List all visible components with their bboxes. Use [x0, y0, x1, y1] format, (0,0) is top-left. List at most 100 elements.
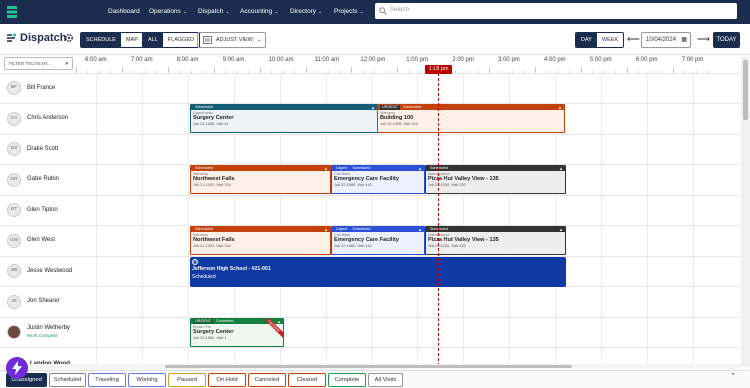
- tech-row[interactable]: GW Glen West: [7, 226, 55, 256]
- tech-row[interactable]: JW Jesse Westwood: [7, 256, 73, 286]
- horizontal-scrollbar[interactable]: [0, 364, 741, 369]
- tech-row[interactable]: GR Gabe Rubin: [7, 165, 59, 195]
- nav-dashboard[interactable]: Dashboard: [108, 0, 140, 24]
- lock-icon: ▲: [277, 319, 281, 324]
- search-input[interactable]: Search: [375, 3, 737, 19]
- scrollbar-thumb[interactable]: [743, 60, 748, 120]
- job-card[interactable]: URGENT Converted ▲ Break / Fix Surgery Cente…: [190, 318, 284, 347]
- all-filter-button[interactable]: ALL: [143, 33, 163, 47]
- grid-line: [141, 73, 143, 366]
- hour-label: 8:00 am: [176, 57, 199, 63]
- search-icon: [379, 7, 387, 15]
- nav-accounting[interactable]: Accounting ⌄: [240, 0, 278, 24]
- dispatch-toolbar: Dispatch SCHEDULE MAP ALL FLAGGED ADJUST…: [0, 24, 750, 55]
- work-complete-status: Work Complete: [27, 333, 58, 338]
- dispatch-icon: [7, 33, 16, 42]
- date-picker[interactable]: 10/04/2024 ▦: [641, 32, 691, 48]
- map-view-button[interactable]: MAP: [120, 33, 143, 47]
- job-tag: Converted: [214, 319, 236, 324]
- vertical-scrollbar[interactable]: [741, 57, 750, 367]
- job-card[interactable]: Scheduled ▲ Maintenance Pizza Hut Valley Vi…: [425, 165, 566, 194]
- job-meta: Job 21-1003, Visit 334: [193, 183, 231, 187]
- tech-name-text: Jesse Westwood: [27, 267, 73, 274]
- hour-label: 1:00 pm: [406, 57, 428, 63]
- status-tab-on-hold[interactable]: On Hold: [208, 373, 246, 387]
- lock-icon: ▲: [418, 166, 422, 171]
- tech-row[interactable]: DS Drake Scott: [7, 134, 58, 164]
- adjust-view-button[interactable]: ADJUST VIEW ⌄: [197, 32, 266, 48]
- job-header: Scheduled ▲: [191, 105, 377, 110]
- next-day-arrow-icon[interactable]: ⟶: [697, 34, 710, 45]
- hour-label: 3:00 pm: [498, 57, 520, 63]
- job-card[interactable]: Scheduled ▲ Maintenance Pizza Hut Valley Vi…: [425, 226, 566, 255]
- job-header: Urgent Scheduled ▲: [332, 227, 424, 232]
- view-toggle: SCHEDULE MAP: [80, 32, 144, 48]
- tech-row[interactable]: BF Bill France: [7, 73, 55, 103]
- flagged-filter-button[interactable]: FLAGGED: [162, 33, 200, 47]
- status-tab-paused[interactable]: Paused: [168, 373, 206, 387]
- prev-day-arrow-icon[interactable]: ⟵: [627, 34, 640, 45]
- status-tab-scheduled[interactable]: Scheduled: [49, 373, 86, 387]
- app-logo-icon[interactable]: [6, 5, 18, 19]
- tech-row[interactable]: GT Glen Tipton: [7, 195, 58, 225]
- tech-name: Drake Scott: [27, 146, 58, 153]
- tech-row[interactable]: CA Chris Anderson: [7, 104, 68, 134]
- lock-icon: ▲: [324, 227, 328, 232]
- nav-directory[interactable]: Directory ⌄: [290, 0, 322, 24]
- nav-label: Dispatch: [198, 8, 224, 15]
- status-tab-cleared[interactable]: Cleared: [288, 373, 326, 387]
- job-meta: Job 22-1685, Visit 442: [334, 183, 372, 187]
- week-view-button[interactable]: WEEK: [596, 33, 624, 47]
- row-divider: [0, 194, 741, 196]
- day-view-button[interactable]: DAY: [576, 33, 597, 47]
- nav-projects[interactable]: Projects ⌄: [334, 0, 364, 24]
- job-tag: URGENT: [193, 319, 214, 324]
- flag-filter-toggle: ALL FLAGGED: [142, 32, 201, 48]
- avatar: DS: [7, 142, 21, 156]
- hour-label: 5:00 pm: [589, 57, 612, 63]
- job-card[interactable]: Scheduled ▲ Warranty Northwest Falls Job 21-…: [190, 226, 331, 255]
- job-tag: Urgent: [334, 227, 350, 232]
- page-title: Dispatch: [6, 32, 66, 44]
- assistant-button[interactable]: [6, 357, 28, 379]
- search-placeholder: Search: [390, 7, 410, 13]
- nav-dispatch[interactable]: Dispatch ⌄: [198, 0, 230, 24]
- lock-icon: ▲: [559, 166, 563, 171]
- tech-row[interactable]: JS Jon Shearer: [7, 287, 60, 317]
- avatar: GR: [7, 172, 21, 187]
- status-tab-traveling[interactable]: Traveling: [88, 373, 126, 387]
- schedule-view-button[interactable]: SCHEDULE: [81, 33, 121, 47]
- job-header: Scheduled ▲: [191, 227, 330, 232]
- scrollbar-thumb[interactable]: [165, 365, 572, 368]
- chevron-down-icon: ⌄: [182, 9, 187, 15]
- row-divider: [0, 316, 741, 318]
- status-tab-all-visits[interactable]: All Visits: [368, 373, 403, 387]
- sliders-icon: [203, 36, 212, 44]
- chevron-up-icon[interactable]: ⌃: [730, 372, 736, 380]
- job-tag: Scheduled: [401, 105, 423, 110]
- status-tab-complete[interactable]: Complete: [328, 373, 366, 387]
- filter-techs-select[interactable]: FILTER TECHS BY... ▼: [4, 57, 73, 70]
- tech-row[interactable]: JW Justin Wetherby Work Complete: [7, 317, 70, 347]
- job-card[interactable]: Urgent Scheduled ▲ Call Back Emergency Care …: [331, 226, 425, 255]
- job-card[interactable]: Urgent Scheduled ▲ Call Back Emergency Care …: [331, 165, 425, 194]
- job-card[interactable]: Scheduled ▲ Warranty Northwest Falls Job 21-…: [190, 165, 331, 194]
- gear-icon[interactable]: [64, 33, 74, 43]
- avatar: GW: [7, 233, 21, 248]
- lock-icon: ▲: [324, 166, 328, 171]
- tech-name-text: Drake Scott: [27, 145, 59, 152]
- top-navbar: Dashboard Operations ⌄ Dispatch ⌄ Accounti…: [0, 0, 750, 24]
- status-tab-working[interactable]: Working: [128, 373, 166, 387]
- job-card[interactable]: URGENT Scheduled ▲ Warranty Building 100 Job …: [377, 104, 565, 133]
- nav-operations[interactable]: Operations ⌄: [149, 0, 187, 24]
- job-card-jefferson[interactable]: ◷ Jefferson High School - #21-001 Schedu…: [190, 257, 566, 287]
- status-tab-canceled[interactable]: Canceled: [248, 373, 286, 387]
- adjust-view-label: ADJUST VIEW: [216, 37, 253, 43]
- avatar: JW: [7, 264, 21, 278]
- job-tag: Scheduled: [193, 166, 215, 171]
- today-button[interactable]: TODAY: [713, 32, 740, 48]
- job-header: Scheduled ▲: [426, 227, 565, 232]
- chevron-down-icon: ⌄: [225, 9, 230, 15]
- nav-label: Operations: [149, 8, 181, 15]
- job-card[interactable]: Scheduled ▲ Opportunity Surgery Center Job 2…: [190, 104, 378, 133]
